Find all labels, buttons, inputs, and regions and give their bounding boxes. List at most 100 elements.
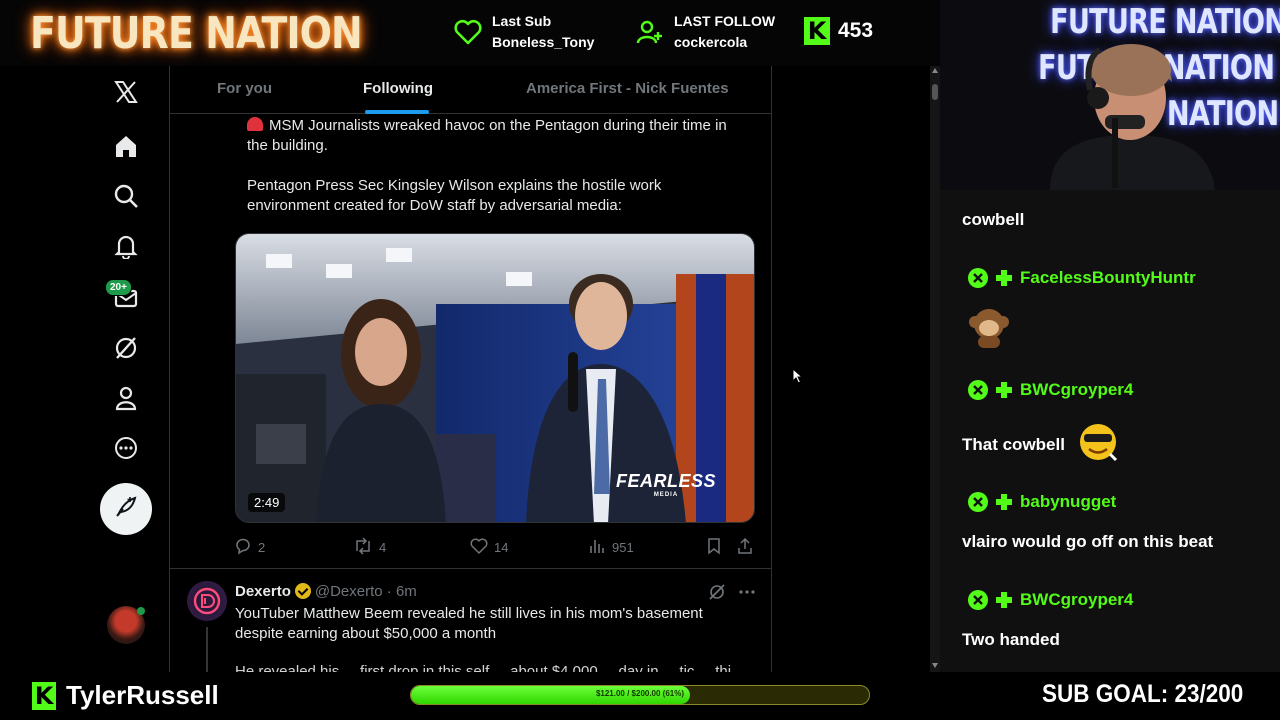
tweet-time[interactable]: · 6m xyxy=(387,583,417,600)
grok-explain-icon[interactable] xyxy=(708,583,726,606)
sub-goal: SUB GOAL: 23/200 xyxy=(1042,680,1244,708)
chat-emote-message xyxy=(966,302,1012,355)
bookmark-button[interactable] xyxy=(706,537,722,558)
chat-username[interactable]: FacelessBountyHuntr xyxy=(968,268,1196,288)
last-follow-alert: LAST FOLLOW cockercola xyxy=(636,11,775,53)
stream-top-bar: FUTURE NATION Last Sub Boneless_Tony LAS… xyxy=(0,0,940,66)
tweet-video[interactable]: 2:49 FEARLESS MEDIA xyxy=(235,233,755,523)
monkey-emote-icon xyxy=(966,302,1012,355)
tweet-header: Dexerto @Dexerto · 6m xyxy=(235,583,417,600)
watermark-text: FEARLESS xyxy=(615,471,716,491)
home-icon[interactable] xyxy=(104,124,148,168)
streamer-silhouette xyxy=(1050,44,1215,190)
active-tab-indicator xyxy=(365,110,429,114)
webcam-feed: FUTURE NATION FUTURE NATION NATION xyxy=(940,0,1280,190)
timeline-feed: For you Following America First - Nick F… xyxy=(170,66,772,672)
watermark-subtext: MEDIA xyxy=(653,492,679,498)
messages-badge: 20+ xyxy=(105,279,132,296)
view-count: 951 xyxy=(612,540,634,555)
scroll-down-arrow-icon[interactable] xyxy=(932,663,938,668)
tweet-header-icons xyxy=(708,583,756,606)
compose-post-button[interactable] xyxy=(100,483,152,535)
moderator-x-badge-icon xyxy=(968,380,988,400)
tweet-divider xyxy=(170,568,771,569)
profile-icon[interactable] xyxy=(104,376,148,420)
grok-icon[interactable] xyxy=(104,326,148,370)
stream-screen: FUTURE NATION Last Sub Boneless_Tony LAS… xyxy=(0,0,1280,720)
tweet-text-body: Pentagon Press Sec Kingsley Wilson expla… xyxy=(247,177,662,214)
repost-button[interactable]: 4 xyxy=(353,537,386,558)
add-user-icon xyxy=(636,18,664,46)
tweet-more-icon[interactable] xyxy=(738,583,756,606)
chat-username-text: BWCgroyper4 xyxy=(1020,590,1134,609)
video-duration: 2:49 xyxy=(248,493,286,512)
dexerto-avatar[interactable] xyxy=(187,581,227,621)
reply-count: 2 xyxy=(258,540,266,555)
reply-button[interactable]: 2 xyxy=(234,537,265,558)
repost-icon xyxy=(353,537,373,558)
mouse-cursor-icon xyxy=(792,367,804,389)
x-app-window: 20+ For you Following America First - Ni… xyxy=(0,66,940,672)
tab-for-you[interactable]: For you xyxy=(217,80,272,97)
follower-count-value: 453 xyxy=(838,19,874,42)
last-follow-label: LAST FOLLOW xyxy=(674,13,776,29)
verified-gold-badge-icon xyxy=(294,583,311,599)
feather-icon xyxy=(114,495,138,524)
chat-message-text: cowbell xyxy=(962,210,1025,229)
last-sub-name: Boneless_Tony xyxy=(492,34,595,50)
tweet-author-name[interactable]: Dexerto xyxy=(235,583,291,600)
chat-username-text: babynugget xyxy=(1020,492,1117,511)
like-button[interactable]: 14 xyxy=(470,537,508,558)
heart-icon xyxy=(454,19,482,45)
plus-badge-icon xyxy=(994,268,1014,288)
tab-following[interactable]: Following xyxy=(363,80,433,97)
chat-username[interactable]: babynugget xyxy=(968,492,1116,512)
scroll-up-arrow-icon[interactable] xyxy=(932,68,938,73)
plus-badge-icon xyxy=(994,380,1014,400)
tab-list-america-first[interactable]: America First - Nick Fuentes xyxy=(526,80,729,97)
bookmark-icon xyxy=(706,537,722,558)
page-scrollbar[interactable] xyxy=(930,66,940,672)
streamer-name: TylerRussell xyxy=(66,680,219,710)
repost-count: 4 xyxy=(379,540,387,555)
scrollbar-thumb[interactable] xyxy=(932,84,938,100)
stream-bottom-bar: K TylerRussell $121.00 / $200.00 (61%) S… xyxy=(0,672,1280,720)
dexerto-logo-icon xyxy=(193,587,221,615)
cool-face-emote-icon xyxy=(1076,420,1122,469)
tweet-actions: 2 4 14 951 xyxy=(234,537,754,557)
live-chat: cowbell FacelessBountyHuntr BWCgroyper4 … xyxy=(940,190,1280,672)
donation-goal-text: $121.00 / $200.00 (61%) xyxy=(595,689,685,698)
chat-username-text: FacelessBountyHuntr xyxy=(1020,268,1196,287)
moderator-x-badge-icon xyxy=(968,590,988,610)
channel-logo: FUTURE NATION xyxy=(30,8,363,59)
kick-logo-icon: K xyxy=(32,682,56,710)
tweet2-text: YouTuber Matthew Beem revealed he still … xyxy=(235,605,703,642)
reply-icon xyxy=(234,537,252,558)
chat-message-text: That cowbell xyxy=(962,435,1065,454)
chat-message-text: vlairo would go off on this beat xyxy=(962,532,1214,551)
plus-badge-icon xyxy=(994,590,1014,610)
siren-emoji-icon xyxy=(247,117,263,131)
moderator-x-badge-icon xyxy=(968,268,988,288)
notifications-bell-icon[interactable] xyxy=(104,224,148,268)
share-button[interactable] xyxy=(736,537,754,558)
search-icon[interactable] xyxy=(104,174,148,218)
more-options-icon[interactable] xyxy=(104,426,148,470)
plus-badge-icon xyxy=(994,492,1014,512)
last-sub-label: Last Sub xyxy=(492,13,552,29)
chat-username[interactable]: BWCgroyper4 xyxy=(968,590,1133,610)
like-heart-icon xyxy=(470,537,488,558)
chat-username[interactable]: BWCgroyper4 xyxy=(968,380,1133,400)
views-button[interactable]: 951 xyxy=(588,537,634,558)
online-status-dot xyxy=(137,607,145,615)
like-count: 14 xyxy=(494,540,509,555)
chat-message: That cowbell xyxy=(962,420,1122,469)
kick-follower-count: K 453 xyxy=(804,17,873,45)
tweet-author-handle[interactable]: @Dexerto xyxy=(315,583,383,600)
thread-line xyxy=(206,627,208,672)
donation-goal-bar: $121.00 / $200.00 (61%) xyxy=(410,685,870,705)
chat-message-text: Two handed xyxy=(962,630,1060,649)
moderator-x-badge-icon xyxy=(968,492,988,512)
share-icon xyxy=(736,537,754,558)
x-logo-icon[interactable] xyxy=(104,70,148,114)
